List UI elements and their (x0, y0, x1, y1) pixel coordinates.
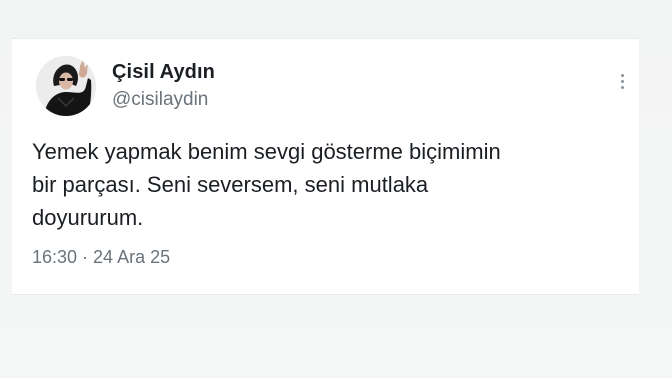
tweet-meta: 16:30 · 24 Ara 25 (32, 247, 170, 268)
tweet-time[interactable]: 16:30 (32, 247, 77, 267)
tweet-text-line: doyururum. (32, 205, 144, 230)
avatar[interactable] (36, 56, 96, 116)
profile-photo-icon (36, 56, 96, 116)
more-vertical-icon-dot (620, 79, 624, 83)
more-vertical-icon (620, 73, 624, 77)
more-vertical-icon-dot (620, 85, 624, 89)
tweet-text: Yemek yapmak benim sevgi gösterme biçimi… (32, 135, 632, 234)
author-handle[interactable]: @cisilaydin (112, 89, 208, 111)
tweet-date[interactable]: 24 Ara 25 (93, 247, 170, 267)
screen: Çisil Aydın @cisilaydin Yemek yapmak ben… (0, 0, 672, 378)
tweet-card[interactable]: Çisil Aydın @cisilaydin Yemek yapmak ben… (12, 38, 639, 295)
tweet-text-line: bir parçası. Seni seversem, seni mutlaka (32, 172, 429, 197)
meta-separator: · (82, 247, 89, 267)
tweet-text-line: Yemek yapmak benim sevgi gösterme biçimi… (32, 139, 501, 164)
more-options-button[interactable] (614, 69, 630, 93)
author-display-name[interactable]: Çisil Aydın (112, 61, 215, 84)
